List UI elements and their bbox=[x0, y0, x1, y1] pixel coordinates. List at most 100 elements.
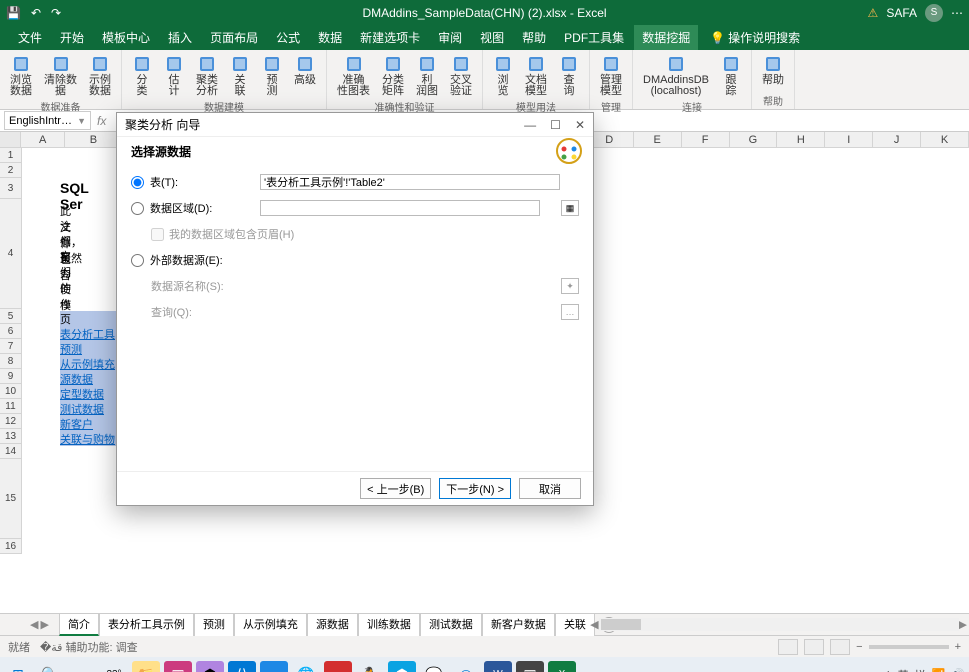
row-header[interactable]: 5 bbox=[0, 309, 22, 324]
chrome-icon[interactable]: 🌐 bbox=[292, 661, 320, 672]
sheet-nav[interactable]: ◀▶ bbox=[30, 618, 49, 631]
word-icon[interactable]: W bbox=[484, 661, 512, 672]
row-header[interactable]: 14 bbox=[0, 444, 22, 459]
ribbon-item[interactable]: 查 询 bbox=[553, 52, 585, 99]
app-icon[interactable]: ⬢ bbox=[388, 661, 416, 672]
view-normal[interactable] bbox=[778, 639, 798, 655]
ime-pin[interactable]: 拼 bbox=[915, 667, 926, 672]
row-header[interactable]: 2 bbox=[0, 163, 22, 178]
ribbon-item[interactable]: 聚类 分析 bbox=[190, 52, 224, 99]
ribbon-item[interactable]: 清除数 据 bbox=[38, 52, 83, 99]
link-cell[interactable]: 从示例填充 bbox=[60, 356, 117, 371]
close-icon[interactable]: ✕ bbox=[575, 118, 585, 132]
row-header[interactable]: 3 bbox=[0, 178, 22, 199]
start-button[interactable]: ⊞ bbox=[4, 661, 32, 672]
qq-icon[interactable]: 🐧 bbox=[356, 661, 384, 672]
col-h[interactable]: H bbox=[777, 132, 825, 147]
ribbon-options-icon[interactable]: ⋯ bbox=[951, 6, 963, 20]
zoom-in[interactable]: + bbox=[955, 641, 961, 653]
tab-help[interactable]: 帮助 bbox=[514, 25, 554, 50]
tab-layout[interactable]: 页面布局 bbox=[202, 25, 266, 50]
col-e[interactable]: E bbox=[634, 132, 682, 147]
warning-icon[interactable]: ⚠ bbox=[868, 6, 879, 20]
ribbon-item[interactable]: 帮助 bbox=[756, 52, 790, 88]
link-cell[interactable]: 表分析工具 bbox=[60, 326, 117, 341]
chevron-up-icon[interactable]: ˄ bbox=[885, 669, 891, 672]
row-header[interactable]: 6 bbox=[0, 324, 22, 339]
col-f[interactable]: F bbox=[682, 132, 730, 147]
taskview-icon[interactable]: ▭ bbox=[68, 661, 96, 672]
ribbon-item[interactable]: 示例 数据 bbox=[83, 52, 117, 99]
ribbon-item[interactable]: 管理 模型 bbox=[594, 52, 628, 99]
query-edit-icon[interactable]: … bbox=[561, 304, 579, 320]
option-external[interactable]: 外部数据源(E): bbox=[131, 250, 579, 270]
table-value-input[interactable] bbox=[260, 174, 560, 190]
tell-me[interactable]: 💡 操作说明搜索 bbox=[710, 29, 800, 46]
tab-insert[interactable]: 插入 bbox=[160, 25, 200, 50]
row-header[interactable]: 8 bbox=[0, 354, 22, 369]
link-cell[interactable]: 预测 bbox=[60, 341, 117, 356]
row-header[interactable]: 1 bbox=[0, 148, 22, 163]
sheet-tab[interactable]: 训练数据 bbox=[358, 613, 420, 636]
option-table[interactable]: 表(T): bbox=[131, 172, 579, 192]
app-icon[interactable]: ▦ bbox=[516, 661, 544, 672]
tab-pdf[interactable]: PDF工具集 bbox=[556, 25, 632, 50]
col-j[interactable]: J bbox=[873, 132, 921, 147]
col-a[interactable]: A bbox=[21, 132, 65, 147]
horizontal-scrollbar[interactable]: ◀ ▶ bbox=[590, 614, 967, 636]
sheet-tab[interactable]: 从示例填充 bbox=[234, 613, 307, 636]
sheet-tab[interactable]: 关联 bbox=[555, 613, 595, 636]
row-header[interactable]: 13 bbox=[0, 429, 22, 444]
cancel-button[interactable]: 取消 bbox=[519, 478, 581, 499]
sheet-tab[interactable]: 源数据 bbox=[307, 613, 358, 636]
search-icon[interactable]: 🔍 bbox=[36, 661, 64, 672]
link-cell[interactable]: 源数据 bbox=[60, 371, 117, 386]
wechat-icon[interactable]: 💬 bbox=[420, 661, 448, 672]
sheet-tab[interactable]: 预测 bbox=[194, 613, 234, 636]
vscode-icon[interactable]: ⟨⟩ bbox=[228, 661, 256, 672]
app-icon[interactable]: ≡ bbox=[260, 661, 288, 672]
row-header[interactable]: 4 bbox=[0, 199, 22, 309]
next-button[interactable]: 下一步(N) > bbox=[439, 478, 511, 499]
ribbon-item[interactable]: 分 类 bbox=[126, 52, 158, 99]
row-header[interactable]: 16 bbox=[0, 539, 22, 554]
weather-widget[interactable]: 33° bbox=[100, 661, 128, 672]
ribbon-item[interactable]: 交叉 验证 bbox=[444, 52, 478, 99]
radio-external[interactable] bbox=[131, 254, 144, 267]
row-header[interactable]: 9 bbox=[0, 369, 22, 384]
select-all[interactable] bbox=[0, 132, 21, 147]
ds-picker-icon[interactable]: ✦ bbox=[561, 278, 579, 294]
view-layout[interactable] bbox=[804, 639, 824, 655]
ribbon-item[interactable]: 浏览 数据 bbox=[4, 52, 38, 99]
tab-data[interactable]: 数据 bbox=[310, 25, 350, 50]
link-cell[interactable]: 测试数据 bbox=[60, 401, 117, 416]
range-picker-icon[interactable]: ▦ bbox=[561, 200, 579, 216]
app-icon[interactable]: ▦ bbox=[164, 661, 192, 672]
avatar[interactable]: S bbox=[925, 4, 943, 22]
col-i[interactable]: I bbox=[825, 132, 873, 147]
view-break[interactable] bbox=[830, 639, 850, 655]
ribbon-item[interactable]: 准确 性图表 bbox=[331, 52, 376, 99]
row-header[interactable]: 7 bbox=[0, 339, 22, 354]
row-header[interactable]: 11 bbox=[0, 399, 22, 414]
chevron-down-icon[interactable]: ▼ bbox=[77, 116, 86, 126]
sheet-tab[interactable]: 表分析工具示例 bbox=[99, 613, 194, 636]
tab-template[interactable]: 模板中心 bbox=[94, 25, 158, 50]
tab-review[interactable]: 审阅 bbox=[430, 25, 470, 50]
ribbon-item[interactable]: 跟 踪 bbox=[715, 52, 747, 99]
ribbon-item[interactable]: 文档 模型 bbox=[519, 52, 553, 99]
radio-table[interactable] bbox=[131, 176, 144, 189]
edge-icon[interactable]: ◉ bbox=[452, 661, 480, 672]
app-icon[interactable]: ⬢ bbox=[196, 661, 224, 672]
ribbon-item[interactable]: 浏 览 bbox=[487, 52, 519, 99]
ime-indicator[interactable]: 英 bbox=[898, 667, 909, 672]
row-header[interactable]: 10 bbox=[0, 384, 22, 399]
excel-icon[interactable]: X bbox=[548, 661, 576, 672]
dialog-titlebar[interactable]: 聚类分析 向导 ― ☐ ✕ bbox=[117, 113, 593, 137]
link-cell[interactable]: 新客户 bbox=[60, 416, 117, 431]
sheet-tab[interactable]: 简介 bbox=[59, 613, 99, 636]
col-k[interactable]: K bbox=[921, 132, 969, 147]
row-header[interactable]: 12 bbox=[0, 414, 22, 429]
redo-icon[interactable]: ↷ bbox=[51, 6, 61, 20]
save-icon[interactable]: 💾 bbox=[6, 6, 21, 20]
